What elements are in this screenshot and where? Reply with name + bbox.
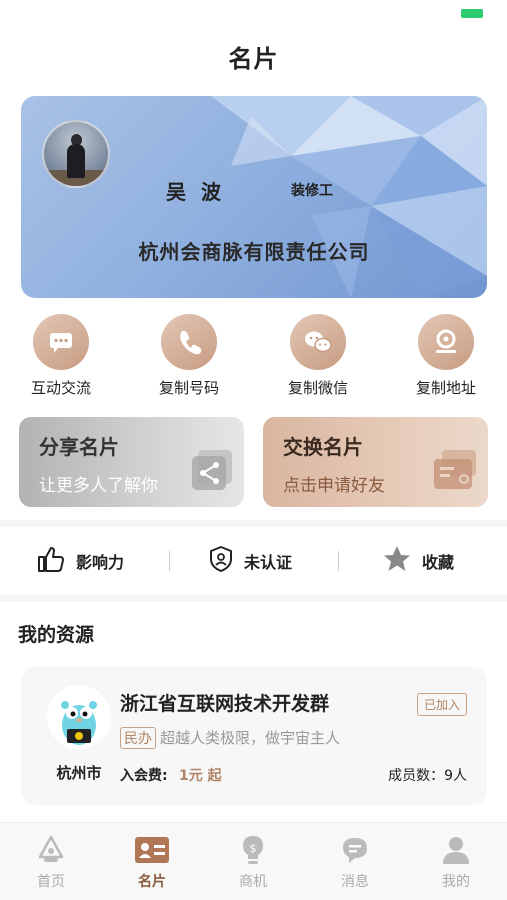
tab-card[interactable]: 名片	[117, 833, 187, 891]
bulb-icon: $	[218, 833, 288, 867]
tab-label: 消息	[341, 874, 369, 890]
card-area: 吴 波 装修工 杭州会商脉有限责任公司 互动交流 复制号码 复制微信 复制地址 …	[0, 90, 507, 520]
tab-label: 首页	[37, 874, 65, 890]
group-type-tag: 民办	[120, 727, 156, 749]
exchange-card-subtitle: 点击申请好友	[283, 476, 385, 496]
battery-icon	[461, 9, 483, 18]
card-job-title: 装修工	[291, 183, 333, 199]
share-card-button[interactable]: 分享名片 让更多人了解你	[19, 417, 244, 507]
joined-badge: 已加入	[416, 693, 467, 716]
card-icon	[117, 833, 187, 867]
group-name: 浙江省互联网技术开发群	[120, 693, 330, 715]
verify-label: 未认证	[244, 553, 293, 572]
fee-label: 入会费:	[120, 768, 168, 784]
share-card-title: 分享名片	[39, 435, 119, 459]
action-label: 复制地址	[415, 379, 476, 397]
group-description: 超越人类极限，做宇宙主人	[160, 729, 341, 747]
business-card[interactable]: 吴 波 装修工 杭州会商脉有限责任公司	[21, 96, 487, 298]
thumbs-up-icon	[36, 544, 66, 578]
tab-label: 我的	[442, 874, 470, 890]
home-icon	[16, 833, 86, 867]
divider	[338, 551, 339, 571]
influence-label: 影响力	[76, 553, 125, 572]
tab-home[interactable]: 首页	[16, 833, 86, 891]
group-avatar	[47, 685, 111, 749]
favorite-item[interactable]: 收藏	[382, 527, 454, 595]
phone-icon	[161, 314, 217, 370]
chat-icon	[33, 314, 89, 370]
share-card-subtitle: 让更多人了解你	[39, 476, 158, 496]
avatar[interactable]	[42, 120, 110, 188]
member-count: 成员数：9人	[388, 768, 467, 784]
verify-item[interactable]: 未认证	[208, 527, 292, 595]
top-bar: 名片	[0, 28, 507, 90]
page-title: 名片	[228, 45, 279, 73]
action-copy-wechat[interactable]: 复制微信	[263, 314, 373, 398]
exchange-card-button[interactable]: 交换名片 点击申请好友	[263, 417, 488, 507]
tab-label: 商机	[239, 874, 267, 890]
card-company-name: 杭州会商脉有限责任公司	[138, 240, 370, 264]
user-icon	[421, 833, 491, 867]
tab-profile[interactable]: 我的	[421, 833, 491, 891]
action-chat[interactable]: 互动交流	[6, 314, 116, 398]
action-label: 复制微信	[287, 379, 348, 397]
status-bar	[0, 0, 507, 28]
tab-messages[interactable]: 消息	[320, 833, 390, 891]
favorite-label: 收藏	[422, 553, 455, 572]
action-copy-phone[interactable]: 复制号码	[134, 314, 244, 398]
exchange-card-title: 交换名片	[283, 435, 363, 459]
influence-item[interactable]: 影响力	[36, 527, 124, 595]
star-icon	[382, 544, 412, 578]
svg-text:$: $	[250, 842, 257, 855]
resources-section: 我的资源 杭州市 浙江省互联网技术开发群 已加入 民办 超越人类极限，做宇宙主人…	[0, 602, 507, 822]
message-icon	[320, 833, 390, 867]
shield-icon	[208, 545, 234, 577]
location-icon	[418, 314, 474, 370]
wechat-icon	[290, 314, 346, 370]
fee-value: 1元 起	[179, 768, 222, 784]
bottom-tab-bar: 首页 名片 $ 商机 消息 我的	[0, 822, 507, 900]
tab-label: 名片	[138, 874, 166, 890]
action-label: 互动交流	[30, 379, 91, 397]
group-city: 杭州市	[56, 764, 102, 782]
divider	[169, 551, 170, 571]
card-owner-name: 吴 波	[166, 180, 225, 204]
stats-bar: 影响力 未认证 收藏	[0, 527, 507, 595]
action-copy-address[interactable]: 复制地址	[391, 314, 501, 398]
quick-actions: 互动交流 复制号码 复制微信 复制地址	[0, 314, 507, 397]
share-icon	[190, 447, 236, 497]
resource-card[interactable]: 杭州市 浙江省互联网技术开发群 已加入 民办 超越人类极限，做宇宙主人 入会费:…	[21, 667, 487, 805]
exchange-icon	[430, 447, 480, 497]
section-title: 我的资源	[18, 624, 95, 646]
tab-business[interactable]: $ 商机	[218, 833, 288, 891]
action-label: 复制号码	[158, 379, 219, 397]
